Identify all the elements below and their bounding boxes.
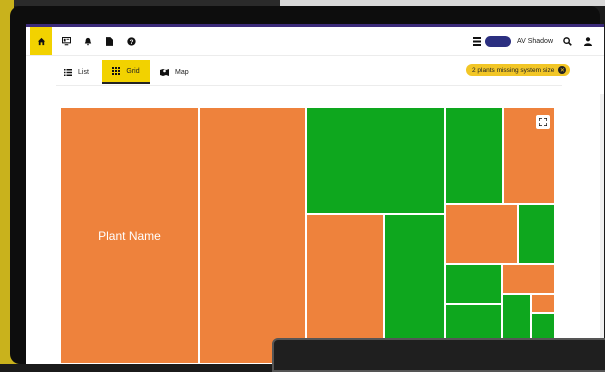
close-icon[interactable]: ✕ xyxy=(558,66,567,74)
home-button[interactable] xyxy=(30,27,52,55)
user-button[interactable] xyxy=(584,36,592,46)
tab-grid[interactable]: Grid xyxy=(102,60,150,84)
navbar-right-group: AV Shadow xyxy=(472,27,604,55)
tabs-divider xyxy=(56,85,562,86)
map-icon xyxy=(160,69,169,76)
list-view-button[interactable] xyxy=(472,36,481,46)
treemap-cell[interactable] xyxy=(531,294,555,313)
tab-list-label: List xyxy=(78,68,89,76)
plants-treemap: Plant Name xyxy=(60,107,555,364)
help-button[interactable]: ? xyxy=(120,27,142,55)
bell-icon xyxy=(84,37,92,45)
user-icon xyxy=(584,36,592,46)
list-icon xyxy=(64,68,72,76)
treemap-cell[interactable] xyxy=(518,204,555,264)
notice-text: 2 plants missing system size xyxy=(472,66,555,74)
treemap-cell[interactable] xyxy=(445,107,503,204)
overlapping-window-edge xyxy=(272,338,605,372)
treemap-cell[interactable] xyxy=(306,107,445,214)
dashboard-button[interactable] xyxy=(55,27,77,55)
tab-map[interactable]: Map xyxy=(160,60,189,84)
missing-system-size-notice[interactable]: 2 plants missing system size ✕ xyxy=(466,64,571,76)
av-shadow-label: AV Shadow xyxy=(516,37,553,45)
expand-icon xyxy=(539,118,547,126)
treemap-cell[interactable] xyxy=(199,107,306,364)
notifications-button[interactable] xyxy=(77,27,99,55)
home-icon xyxy=(37,37,45,45)
treemap-cell[interactable] xyxy=(502,264,555,294)
grid-icon xyxy=(112,67,121,75)
search-icon xyxy=(563,36,572,46)
tab-list[interactable]: List xyxy=(64,60,89,84)
search-button[interactable] xyxy=(563,36,572,46)
treemap-cell-label: Plant Name xyxy=(98,228,161,243)
documents-button[interactable] xyxy=(98,27,120,55)
tab-grid-label: Grid xyxy=(126,67,140,75)
av-shadow-toggle[interactable] xyxy=(484,35,511,47)
treemap-cell[interactable]: Plant Name xyxy=(60,107,199,364)
page-scrollbar[interactable] xyxy=(600,94,604,364)
dashboard-icon xyxy=(61,36,71,45)
treemap-cell[interactable] xyxy=(445,204,518,264)
top-navbar: ? AV Shadow xyxy=(26,27,604,56)
help-icon: ? xyxy=(126,36,136,45)
list-view-icon xyxy=(472,36,481,46)
app-screen: ? AV Shadow List Grid Map 2 plants missi… xyxy=(26,24,604,364)
tab-map-label: Map xyxy=(175,68,189,76)
document-icon xyxy=(105,36,113,46)
svg-text:?: ? xyxy=(129,38,133,45)
fullscreen-button[interactable] xyxy=(536,115,550,129)
treemap-cell[interactable] xyxy=(445,264,502,304)
